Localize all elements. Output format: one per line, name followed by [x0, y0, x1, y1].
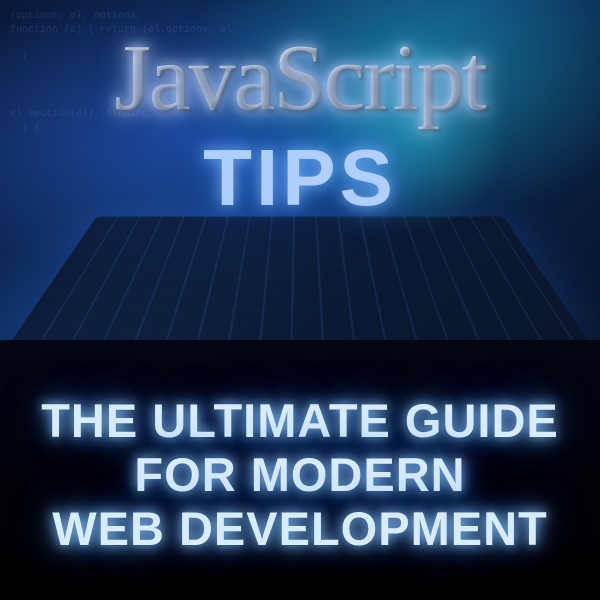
subtitle-line-3: WEB DEVELOPMENT [41, 502, 559, 556]
promo-card: (options, el, options, function (e) { re… [0, 0, 600, 600]
subtitle-section: THE ULTIMATE GUIDE FOR MODERN WEB DEVELO… [0, 340, 600, 600]
title-main: JavaScript [114, 24, 486, 132]
subtitle-text: THE ULTIMATE GUIDE FOR MODERN WEB DEVELO… [41, 394, 559, 556]
title-accent: TIPS [203, 132, 397, 224]
subtitle-line-1: THE ULTIMATE GUIDE [41, 394, 559, 448]
hero-background: (options, el, options, function (e) { re… [0, 0, 600, 340]
subtitle-line-2: FOR MODERN [41, 448, 559, 502]
keyboard-graphic [7, 217, 593, 340]
